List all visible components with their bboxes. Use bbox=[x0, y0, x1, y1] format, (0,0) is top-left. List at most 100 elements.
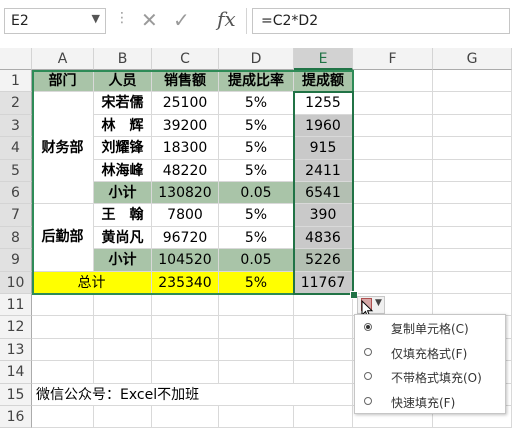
cell[interactable] bbox=[353, 182, 433, 205]
cell[interactable] bbox=[152, 316, 219, 339]
cell[interactable] bbox=[353, 226, 433, 250]
row-header-8[interactable]: 8 bbox=[0, 226, 32, 250]
column-header-d[interactable]: D bbox=[219, 48, 294, 70]
rate-cell[interactable]: 5% bbox=[219, 204, 294, 227]
sales-cell[interactable]: 18300 bbox=[152, 137, 219, 160]
name-cell[interactable]: 王 翰 bbox=[94, 204, 152, 227]
commission-cell[interactable]: 915 bbox=[294, 137, 353, 160]
rate-cell[interactable]: 5% bbox=[219, 137, 294, 160]
cell[interactable] bbox=[433, 92, 512, 115]
menu-item-1[interactable]: 复制单元格(C) bbox=[355, 316, 505, 340]
cell[interactable] bbox=[152, 338, 219, 362]
menu-item-3[interactable]: 不带格式填充(O) bbox=[355, 365, 505, 389]
cell[interactable] bbox=[94, 406, 152, 428]
subtotal-sales-cell[interactable]: 130820 bbox=[152, 182, 219, 205]
commission-cell[interactable]: 2411 bbox=[294, 159, 353, 182]
rate-cell[interactable]: 5% bbox=[219, 159, 294, 182]
formula-input[interactable]: =C2*D2 bbox=[252, 8, 510, 34]
commission-cell[interactable]: 1960 bbox=[294, 114, 353, 138]
rate-cell[interactable]: 5% bbox=[219, 92, 294, 115]
cell[interactable] bbox=[32, 406, 94, 428]
cell[interactable] bbox=[32, 338, 94, 362]
commission-cell[interactable]: 4836 bbox=[294, 226, 353, 250]
cell[interactable] bbox=[219, 294, 294, 317]
row-header-4[interactable]: 4 bbox=[0, 137, 32, 160]
row-header-1[interactable]: 1 bbox=[0, 70, 32, 93]
cell[interactable] bbox=[152, 406, 219, 428]
column-header-e[interactable]: E bbox=[294, 48, 353, 70]
rate-cell[interactable]: 5% bbox=[219, 114, 294, 138]
menu-item-4[interactable]: 快速填充(F) bbox=[355, 390, 505, 414]
row-header-11[interactable]: 11 bbox=[0, 294, 32, 317]
cell[interactable] bbox=[353, 92, 433, 115]
cell[interactable] bbox=[294, 294, 353, 317]
cell[interactable] bbox=[32, 316, 94, 339]
row-header-12[interactable]: 12 bbox=[0, 316, 32, 339]
subtotal-commission-cell[interactable]: 5226 bbox=[294, 249, 353, 272]
department-cell[interactable]: 财务部 bbox=[32, 92, 94, 205]
total-commission-cell[interactable]: 11767 bbox=[294, 271, 353, 294]
cell[interactable] bbox=[353, 249, 433, 272]
column-header-a[interactable]: A bbox=[32, 48, 94, 70]
sales-cell[interactable]: 39200 bbox=[152, 114, 219, 138]
cell[interactable] bbox=[219, 316, 294, 339]
cancel-formula-icon[interactable]: ✕ bbox=[141, 8, 158, 32]
column-header-c[interactable]: C bbox=[152, 48, 219, 70]
cell[interactable] bbox=[94, 361, 152, 384]
cell[interactable] bbox=[433, 226, 512, 250]
cell[interactable] bbox=[433, 204, 512, 227]
row-header-9[interactable]: 9 bbox=[0, 249, 32, 272]
cell[interactable] bbox=[219, 361, 294, 384]
chevron-down-icon[interactable]: ▼ bbox=[92, 12, 100, 25]
header-cell[interactable]: 销售额 bbox=[152, 70, 219, 93]
subtotal-commission-cell[interactable]: 6541 bbox=[294, 182, 353, 205]
note-cell[interactable]: 微信公众号：Excel不加班 bbox=[32, 383, 294, 406]
total-label-cell[interactable]: 总计 bbox=[32, 271, 152, 294]
sales-cell[interactable]: 7800 bbox=[152, 204, 219, 227]
name-cell[interactable]: 宋若儒 bbox=[94, 92, 152, 115]
subtotal-rate-cell[interactable]: 0.05 bbox=[219, 182, 294, 205]
department-cell[interactable]: 后勤部 bbox=[32, 204, 94, 272]
name-cell[interactable]: 刘耀锋 bbox=[94, 137, 152, 160]
cell[interactable] bbox=[152, 361, 219, 384]
cell[interactable] bbox=[433, 249, 512, 272]
cell[interactable] bbox=[219, 406, 294, 428]
subtotal-sales-cell[interactable]: 104520 bbox=[152, 249, 219, 272]
cell[interactable] bbox=[152, 294, 219, 317]
column-header-b[interactable]: B bbox=[94, 48, 152, 70]
cell[interactable] bbox=[353, 159, 433, 182]
total-sales-cell[interactable]: 235340 bbox=[152, 271, 219, 294]
row-header-2[interactable]: 2 bbox=[0, 92, 32, 115]
row-header-13[interactable]: 13 bbox=[0, 338, 32, 362]
cell[interactable] bbox=[433, 70, 512, 93]
cell[interactable] bbox=[433, 114, 512, 138]
row-header-10[interactable]: 10 bbox=[0, 271, 32, 294]
enter-formula-icon[interactable]: ✓ bbox=[173, 8, 190, 32]
cell[interactable] bbox=[433, 137, 512, 160]
cell[interactable] bbox=[294, 338, 353, 362]
subtotal-label-cell[interactable]: 小计 bbox=[94, 182, 152, 205]
cell[interactable] bbox=[433, 182, 512, 205]
cell[interactable] bbox=[353, 137, 433, 160]
name-cell[interactable]: 林 辉 bbox=[94, 114, 152, 138]
header-cell[interactable]: 提成额 bbox=[294, 70, 353, 93]
cell[interactable] bbox=[294, 406, 353, 428]
row-header-14[interactable]: 14 bbox=[0, 361, 32, 384]
commission-cell[interactable]: 390 bbox=[294, 204, 353, 227]
header-cell[interactable]: 部门 bbox=[32, 70, 94, 93]
row-header-16[interactable]: 16 bbox=[0, 406, 32, 428]
cell[interactable] bbox=[433, 271, 512, 294]
cell[interactable] bbox=[353, 204, 433, 227]
header-cell[interactable]: 人员 bbox=[94, 70, 152, 93]
total-rate-cell[interactable]: 5% bbox=[219, 271, 294, 294]
row-header-6[interactable]: 6 bbox=[0, 182, 32, 205]
cell[interactable] bbox=[433, 159, 512, 182]
cell[interactable] bbox=[294, 316, 353, 339]
cell[interactable] bbox=[294, 361, 353, 384]
row-header-15[interactable]: 15 bbox=[0, 383, 32, 406]
menu-item-2[interactable]: 仅填充格式(F) bbox=[355, 341, 505, 365]
cell[interactable] bbox=[32, 361, 94, 384]
cell[interactable] bbox=[94, 294, 152, 317]
rate-cell[interactable]: 5% bbox=[219, 226, 294, 250]
sales-cell[interactable]: 96720 bbox=[152, 226, 219, 250]
